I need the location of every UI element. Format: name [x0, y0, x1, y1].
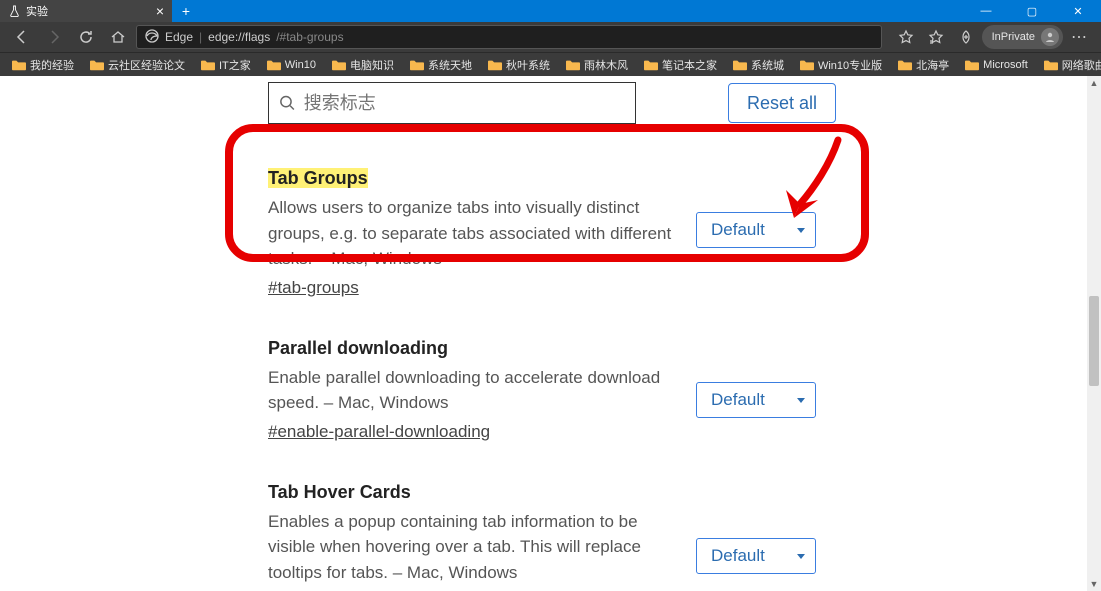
bookmark-item[interactable]: 我的经验 [6, 55, 80, 75]
address-bar[interactable]: Edge | edge://flags /#tab-groups [136, 25, 882, 49]
search-input-wrapper[interactable] [268, 82, 636, 124]
bookmark-item[interactable]: 雨林木风 [560, 55, 634, 75]
bookmark-label: 网络歌曲 [1062, 57, 1101, 73]
bookmark-item[interactable]: 系统天地 [404, 55, 478, 75]
collections-icon[interactable] [952, 23, 980, 51]
bookmark-item[interactable]: 云社区经验论文 [84, 55, 191, 75]
avatar-icon [1041, 28, 1059, 46]
bookmark-label: Win10专业版 [818, 57, 882, 73]
minimize-button[interactable]: — [963, 0, 1009, 22]
more-menu-button[interactable]: ⋯ [1065, 23, 1093, 51]
vertical-scrollbar[interactable]: ▲ ▼ [1087, 76, 1101, 591]
bookmark-label: 系统城 [751, 57, 784, 73]
toolbar-right: InPrivate ⋯ [892, 23, 1093, 51]
bookmark-label: 云社区经验论文 [108, 57, 185, 73]
bookmark-item[interactable]: 电脑知识 [326, 55, 400, 75]
flag-description: Enable parallel downloading to accelerat… [268, 365, 678, 416]
search-input[interactable] [304, 93, 625, 114]
url-fragment: /#tab-groups [276, 30, 343, 44]
bookmark-label: 电脑知识 [350, 57, 394, 73]
flag-title: Tab Groups [268, 168, 368, 188]
flask-icon [8, 5, 20, 17]
forward-button[interactable] [40, 23, 68, 51]
flag-description: Allows users to organize tabs into visua… [268, 195, 678, 272]
bookmark-label: 雨林木风 [584, 57, 628, 73]
bookmark-item[interactable]: Microsoft [959, 57, 1034, 73]
reset-all-button[interactable]: Reset all [728, 83, 836, 123]
window-titlebar: 实验 × + — ▢ ✕ [0, 0, 1101, 22]
bookmark-label: 秋叶系统 [506, 57, 550, 73]
scroll-up-arrow[interactable]: ▲ [1087, 76, 1101, 90]
flag-title: Parallel downloading [268, 338, 448, 358]
flag-select[interactable]: Default [696, 212, 816, 248]
maximize-button[interactable]: ▢ [1009, 0, 1055, 22]
refresh-button[interactable] [72, 23, 100, 51]
flag-select[interactable]: Default [696, 382, 816, 418]
bookmark-item[interactable]: Win10专业版 [794, 55, 888, 75]
url-host: edge://flags [208, 30, 270, 44]
tab-title: 实验 [26, 3, 48, 19]
bookmark-label: 北海亭 [916, 57, 949, 73]
window-controls: — ▢ ✕ [963, 0, 1101, 22]
flag-entry: Tab Groups Allows users to organize tabs… [268, 168, 828, 298]
flag-description: Enables a popup containing tab informati… [268, 509, 678, 586]
bookmark-item[interactable]: 北海亭 [892, 55, 955, 75]
bookmark-item[interactable]: 笔记本之家 [638, 55, 723, 75]
favorite-star-icon[interactable] [892, 23, 920, 51]
flag-title: Tab Hover Cards [268, 482, 411, 502]
bookmark-label: 我的经验 [30, 57, 74, 73]
inprivate-label: InPrivate [992, 31, 1035, 43]
page-content: Reset all Tab Groups Allows users to org… [0, 76, 1101, 591]
flag-anchor[interactable]: #tab-groups [268, 278, 359, 298]
edge-logo-icon [145, 29, 159, 46]
bookmark-label: 系统天地 [428, 57, 472, 73]
address-separator: | [199, 30, 202, 44]
search-icon [279, 94, 296, 112]
flag-entry: Parallel downloading Enable parallel dow… [268, 338, 828, 442]
bookmark-label: Microsoft [983, 59, 1028, 71]
flag-anchor[interactable]: #enable-parallel-downloading [268, 422, 490, 442]
bookmarks-bar: 我的经验 云社区经验论文 IT之家 Win10 电脑知识 系统天地 秋叶系统 雨林木风 笔记本之… [0, 52, 1101, 76]
favorites-list-icon[interactable] [922, 23, 950, 51]
home-button[interactable] [104, 23, 132, 51]
back-button[interactable] [8, 23, 36, 51]
scroll-down-arrow[interactable]: ▼ [1087, 577, 1101, 591]
bookmark-label: Win10 [285, 59, 316, 71]
bookmark-item[interactable]: 网络歌曲 [1038, 55, 1101, 75]
close-window-button[interactable]: ✕ [1055, 0, 1101, 22]
browser-tab[interactable]: 实验 × [0, 0, 172, 22]
close-tab-icon[interactable]: × [156, 4, 164, 18]
scroll-thumb[interactable] [1089, 296, 1099, 386]
inprivate-badge[interactable]: InPrivate [982, 25, 1063, 49]
bookmark-label: 笔记本之家 [662, 57, 717, 73]
new-tab-button[interactable]: + [172, 0, 200, 22]
browser-toolbar: Edge | edge://flags /#tab-groups InPrivat… [0, 22, 1101, 52]
flag-select[interactable]: Default [696, 538, 816, 574]
bookmark-item[interactable]: Win10 [261, 57, 322, 73]
bookmark-item[interactable]: IT之家 [195, 55, 257, 75]
bookmark-item[interactable]: 秋叶系统 [482, 55, 556, 75]
flag-entry: Tab Hover Cards Enables a popup containi… [268, 482, 828, 591]
bookmark-item[interactable]: 系统城 [727, 55, 790, 75]
edge-label: Edge [165, 30, 193, 44]
bookmark-label: IT之家 [219, 57, 251, 73]
